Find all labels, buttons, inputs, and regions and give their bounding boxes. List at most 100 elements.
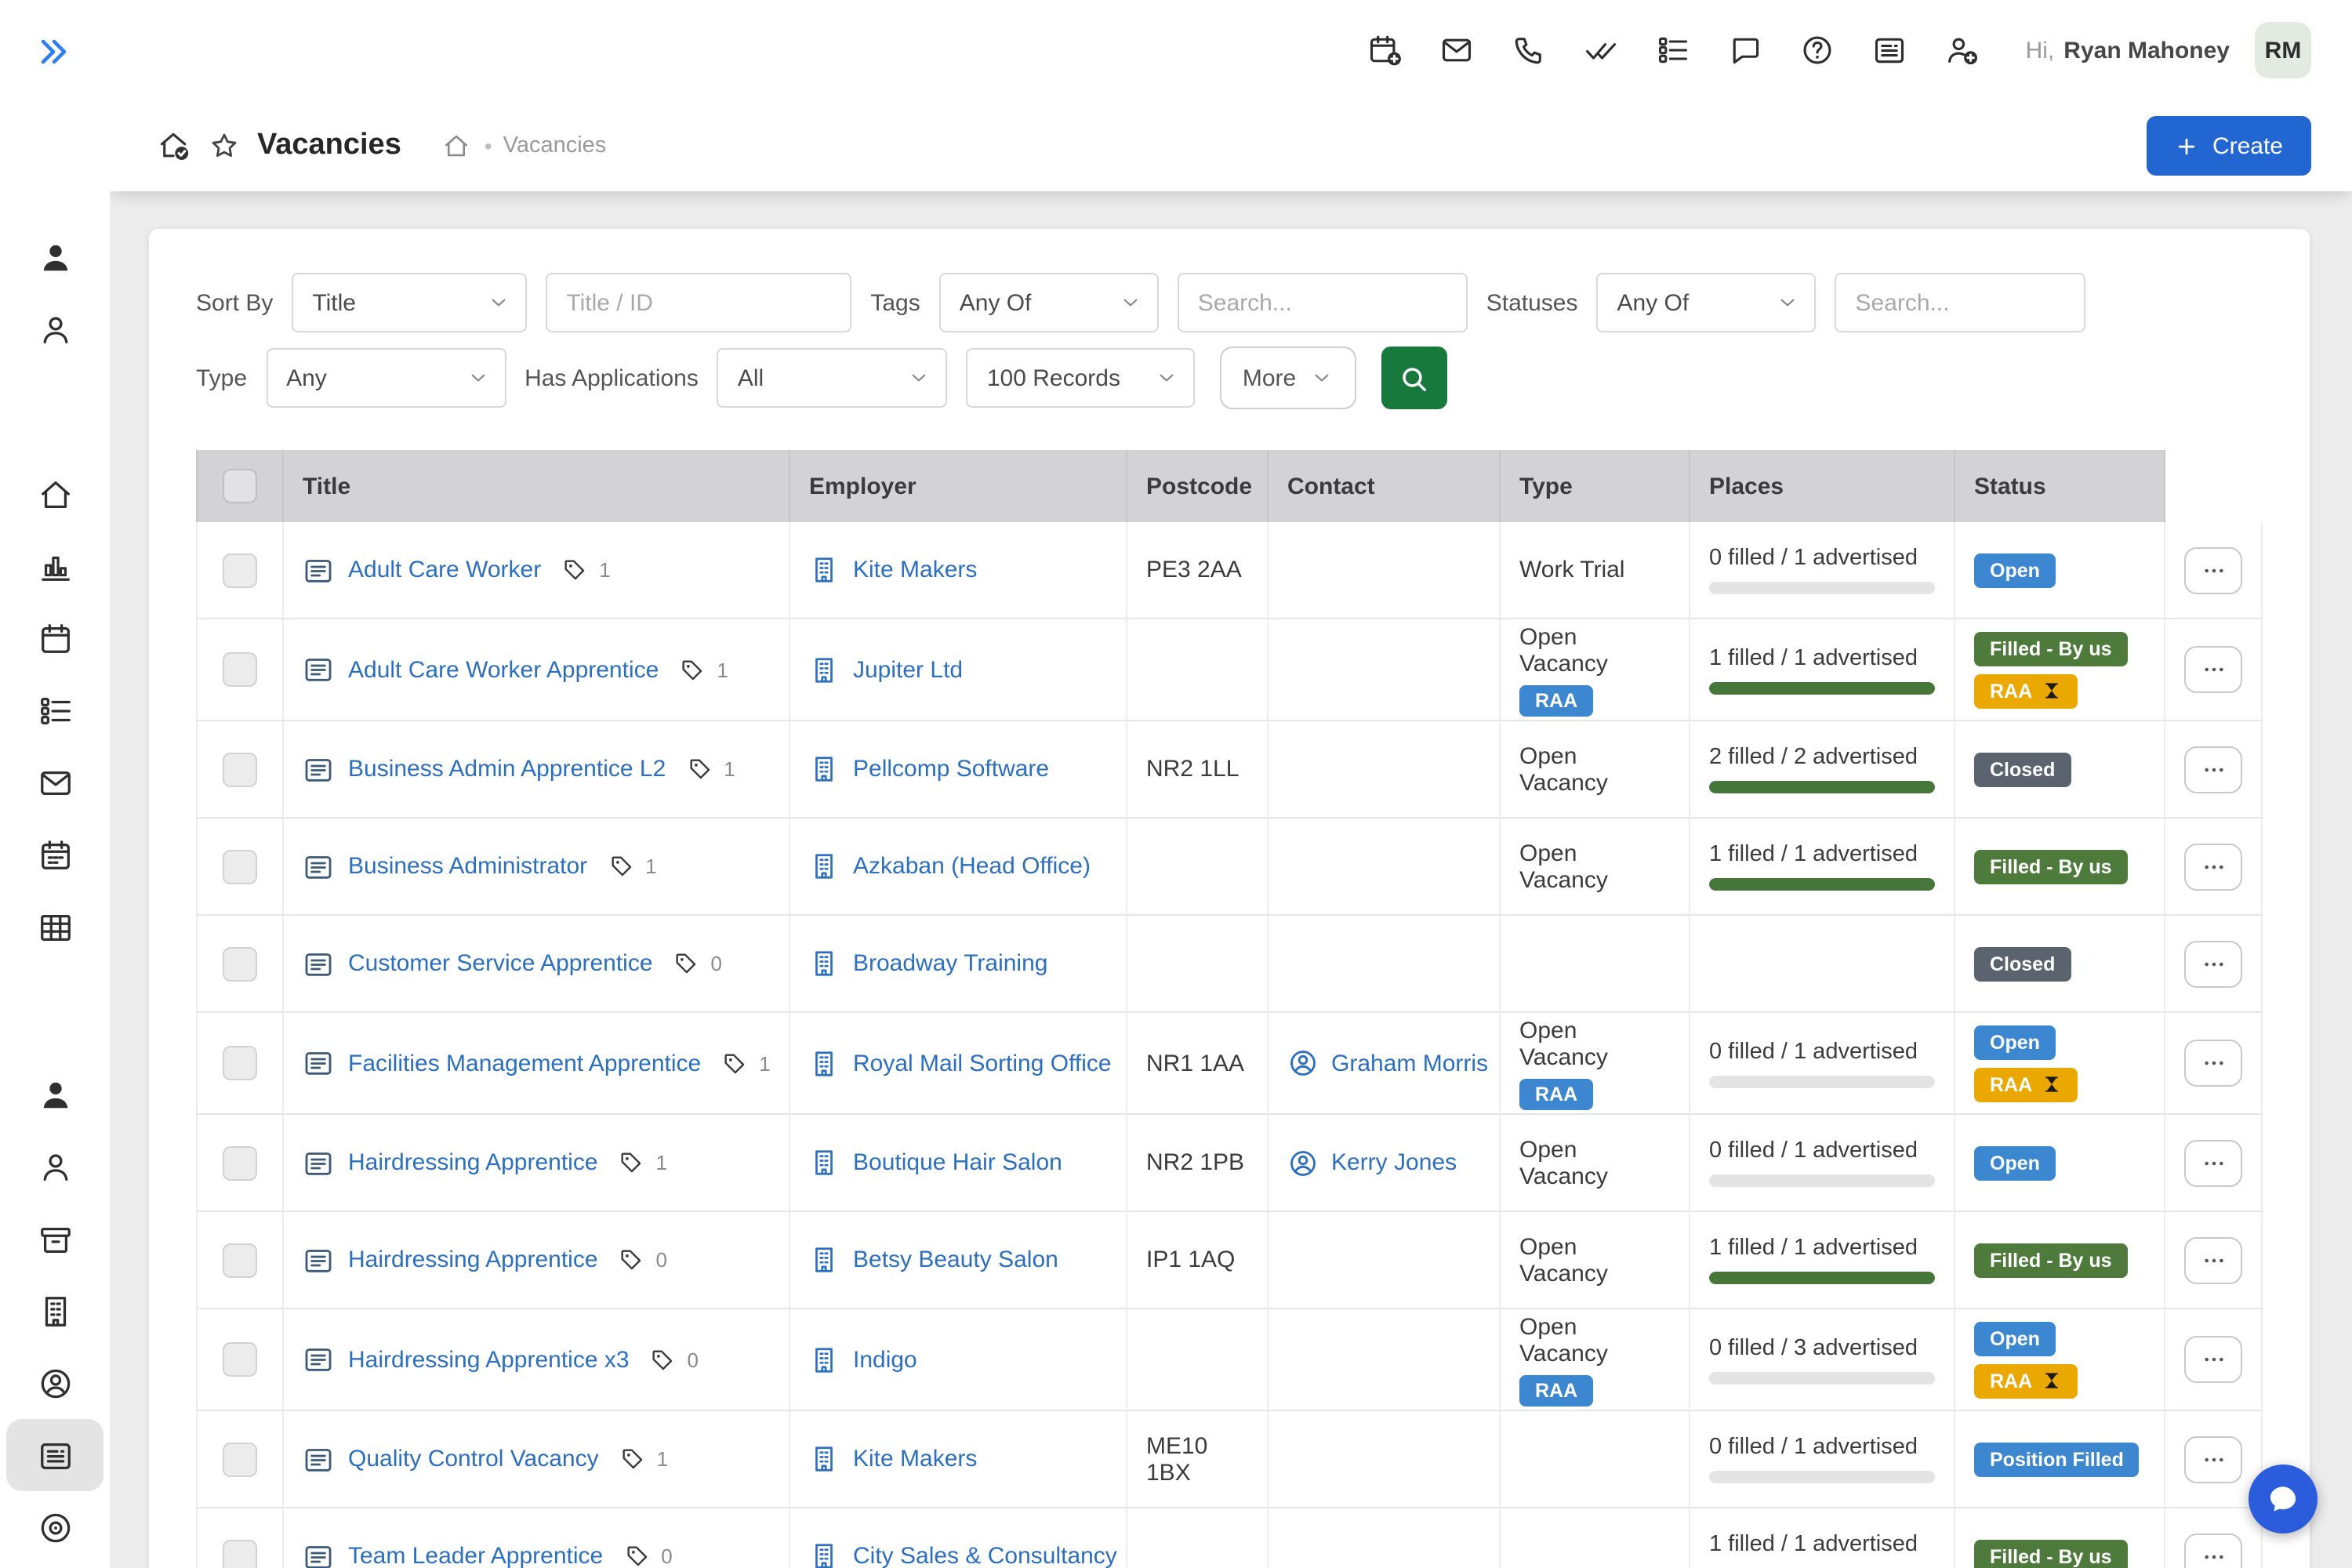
sidebar-item-calendar[interactable] [6, 602, 103, 674]
sidebar-item-calendar-alt[interactable] [6, 818, 103, 891]
sidebar-item-grid[interactable] [6, 891, 103, 963]
search-button[interactable] [1381, 347, 1446, 409]
contact-link[interactable]: Graham Morris [1331, 1050, 1488, 1076]
select-all-checkbox[interactable] [223, 469, 257, 503]
employer-link[interactable]: Pellcomp Software [853, 756, 1049, 782]
vacancy-title-link[interactable]: Facilities Management Apprentice [348, 1050, 701, 1076]
type-select[interactable]: Any [266, 348, 506, 408]
double-check-icon[interactable] [1584, 33, 1618, 67]
contact-cell: Kerry Jones [1269, 1115, 1501, 1210]
vacancy-title-link[interactable]: Quality Control Vacancy [348, 1446, 599, 1472]
sidebar-item-news[interactable] [6, 1419, 103, 1491]
employer-link[interactable]: Boutique Hair Salon [853, 1149, 1062, 1176]
row-checkbox[interactable] [223, 652, 257, 687]
home-check-icon[interactable] [157, 129, 191, 163]
sidebar-item-user[interactable] [6, 1058, 103, 1131]
column-header-contact[interactable]: Contact [1269, 450, 1501, 522]
row-checkbox[interactable] [223, 553, 257, 587]
column-header-status[interactable]: Status [1955, 450, 2165, 522]
calendar-add-icon[interactable] [1367, 33, 1402, 67]
column-header-employer[interactable]: Employer [790, 450, 1127, 522]
row-actions-button[interactable] [2184, 940, 2242, 987]
column-header-title[interactable]: Title [284, 450, 790, 522]
column-header-places[interactable]: Places [1690, 450, 1955, 522]
type-cell [1501, 1508, 1690, 1568]
tags-search-input[interactable] [1178, 273, 1468, 332]
records-select[interactable]: 100 Records [967, 348, 1196, 408]
sort-by-select[interactable]: Title [292, 273, 527, 332]
row-checkbox[interactable] [223, 1046, 257, 1080]
vacancy-title-link[interactable]: Team Leader Apprentice [348, 1543, 603, 1568]
row-checkbox[interactable] [223, 946, 257, 981]
sidebar-item-home[interactable] [6, 458, 103, 530]
row-actions-button[interactable] [2184, 546, 2242, 593]
chat-launcher-button[interactable] [2249, 1465, 2318, 1534]
sidebar-item-user-outline[interactable] [6, 1131, 103, 1203]
column-header-postcode[interactable]: Postcode [1127, 450, 1269, 522]
sidebar-item-box[interactable] [6, 1203, 103, 1275]
vacancy-title-link[interactable]: Hairdressing Apprentice [348, 1149, 598, 1176]
sidebar-expand-icon[interactable] [34, 33, 72, 71]
row-actions-button[interactable] [2184, 1436, 2242, 1483]
employer-link[interactable]: Broadway Training [853, 950, 1047, 977]
row-actions-button[interactable] [2184, 646, 2242, 693]
news-icon[interactable] [1872, 33, 1907, 67]
vacancy-title-link[interactable]: Customer Service Apprentice [348, 950, 653, 977]
has-applications-select[interactable]: All [717, 348, 948, 408]
person-add-icon[interactable] [1944, 33, 1979, 67]
sidebar-item-tasks[interactable] [6, 674, 103, 746]
employer-link[interactable]: Jupiter Ltd [853, 656, 963, 683]
vacancy-title-link[interactable]: Adult Care Worker Apprentice [348, 656, 659, 683]
breadcrumb-home-icon[interactable] [442, 132, 470, 160]
row-checkbox[interactable] [223, 849, 257, 884]
chat-icon[interactable] [1728, 33, 1762, 67]
row-checkbox[interactable] [223, 752, 257, 786]
employer-link[interactable]: Indigo [853, 1346, 917, 1373]
employer-link[interactable]: Kite Makers [853, 557, 977, 583]
sidebar-item-user[interactable] [6, 221, 103, 293]
table-body: Adult Care Worker 1 Kite Makers PE3 2AA … [196, 522, 2263, 1568]
title-id-input[interactable] [546, 273, 851, 332]
row-actions-button[interactable] [2184, 1236, 2242, 1283]
vacancy-title-link[interactable]: Adult Care Worker [348, 557, 541, 583]
sidebar-item-disc[interactable] [6, 1491, 103, 1563]
employer-link[interactable]: Royal Mail Sorting Office [853, 1050, 1112, 1076]
row-actions-button[interactable] [2184, 1336, 2242, 1383]
vacancy-title-link[interactable]: Hairdressing Apprentice [348, 1247, 598, 1273]
vacancy-title-link[interactable]: Business Admin Apprentice L2 [348, 756, 666, 782]
row-actions-button[interactable] [2184, 746, 2242, 793]
employer-link[interactable]: Azkaban (Head Office) [853, 853, 1091, 880]
vacancy-title-link[interactable]: Hairdressing Apprentice x3 [348, 1346, 630, 1373]
employer-link[interactable]: City Sales & Consultancy [853, 1543, 1117, 1568]
row-checkbox[interactable] [223, 1539, 257, 1568]
sidebar-item-stats[interactable] [6, 530, 103, 602]
row-checkbox[interactable] [223, 1243, 257, 1277]
create-button[interactable]: Create [2147, 116, 2311, 176]
row-checkbox[interactable] [223, 1342, 257, 1377]
sidebar-item-mail[interactable] [6, 746, 103, 818]
help-icon[interactable] [1800, 33, 1835, 67]
employer-link[interactable]: Betsy Beauty Salon [853, 1247, 1058, 1273]
employer-link[interactable]: Kite Makers [853, 1446, 977, 1472]
statuses-select[interactable]: Any Of [1597, 273, 1817, 332]
row-actions-button[interactable] [2184, 1040, 2242, 1087]
tags-select[interactable]: Any Of [939, 273, 1159, 332]
sidebar-item-user-outline[interactable] [6, 293, 103, 365]
statuses-search-input[interactable] [1835, 273, 2086, 332]
contact-link[interactable]: Kerry Jones [1331, 1149, 1457, 1176]
vacancy-title-link[interactable]: Business Administrator [348, 853, 587, 880]
row-actions-button[interactable] [2184, 1139, 2242, 1186]
row-actions-button[interactable] [2184, 1533, 2242, 1568]
row-checkbox[interactable] [223, 1145, 257, 1180]
user-avatar[interactable]: RM [2255, 22, 2311, 78]
row-checkbox[interactable] [223, 1442, 257, 1476]
phone-icon[interactable] [1512, 33, 1546, 67]
sidebar-item-building[interactable] [6, 1275, 103, 1347]
row-actions-button[interactable] [2184, 843, 2242, 890]
tasks-icon[interactable] [1656, 33, 1690, 67]
sidebar-item-person-circle[interactable] [6, 1347, 103, 1419]
more-filters-button[interactable]: More [1221, 347, 1356, 409]
column-header-type[interactable]: Type [1501, 450, 1690, 522]
mail-icon[interactable] [1439, 33, 1474, 67]
favorite-star-icon[interactable] [209, 130, 240, 162]
